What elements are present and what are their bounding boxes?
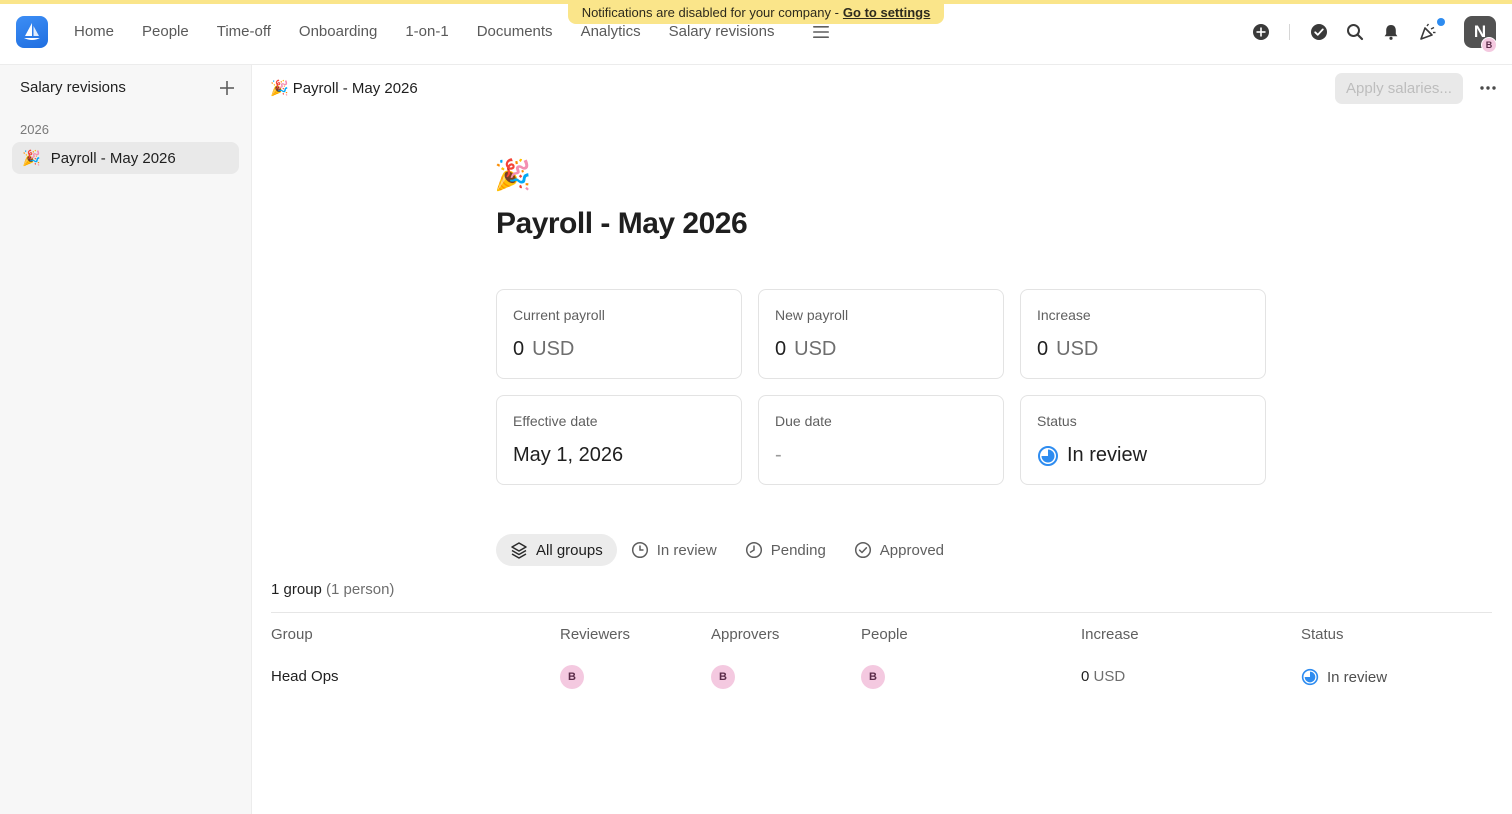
nav-onboarding[interactable]: Onboarding	[299, 20, 377, 44]
card-value: 0 USD	[775, 338, 836, 361]
increase-currency: USD	[1093, 668, 1126, 685]
nav-people[interactable]: People	[142, 20, 189, 44]
filter-label: Approved	[879, 541, 945, 559]
card-value: 0 USD	[1037, 338, 1098, 361]
current-payroll-card: Current payroll 0 USD	[496, 289, 742, 379]
notification-dot	[1437, 18, 1445, 26]
breadcrumb: 🎉 Payroll - May 2026	[270, 79, 418, 98]
sidebar-year-heading: 2026	[20, 122, 49, 137]
party-popper-icon[interactable]	[1418, 22, 1438, 42]
in-review-status-icon	[1038, 445, 1058, 466]
row-status-cell: In review	[1301, 668, 1387, 686]
filter-pending[interactable]: Pending	[731, 534, 840, 566]
group-name-cell[interactable]: Head Ops	[271, 668, 339, 685]
person-count: (1 person)	[326, 581, 395, 598]
nav-home[interactable]: Home	[74, 20, 114, 44]
row-status-text: In review	[1327, 668, 1388, 686]
card-label: Increase	[1037, 307, 1091, 323]
filter-in-review[interactable]: In review	[617, 534, 731, 566]
group-count: 1 group	[271, 581, 322, 598]
filter-label: Pending	[770, 541, 826, 559]
filter-all-groups[interactable]: All groups	[496, 534, 617, 566]
search-icon[interactable]	[1345, 22, 1365, 42]
notifications-banner: Notifications are disabled for your comp…	[568, 0, 944, 24]
card-value: May 1, 2026	[513, 444, 624, 466]
column-header-approvers: Approvers	[711, 626, 780, 643]
column-header-group: Group	[271, 626, 313, 643]
nav-1on1[interactable]: 1-on-1	[405, 20, 448, 44]
nav-separator	[1289, 24, 1290, 40]
status-text: In review	[1067, 444, 1148, 466]
filter-approved[interactable]: Approved	[840, 534, 958, 566]
amount: 0	[513, 338, 525, 360]
column-header-status: Status	[1301, 626, 1344, 643]
amount: 0	[775, 338, 787, 360]
tasks-check-icon[interactable]	[1309, 22, 1329, 42]
sidebar-item-payroll-may-2026[interactable]: 🎉 Payroll - May 2026	[12, 142, 239, 174]
card-label: Current payroll	[513, 307, 605, 323]
card-value: 0 USD	[513, 338, 574, 361]
column-header-reviewers: Reviewers	[560, 626, 631, 643]
apply-salaries-button[interactable]: Apply salaries...	[1335, 73, 1463, 104]
sidebar: Salary revisions 2026 🎉 Payroll - May 20…	[0, 65, 252, 814]
column-header-people: People	[861, 626, 908, 643]
currency: USD	[532, 338, 575, 360]
currency: USD	[794, 338, 837, 360]
filter-label: All groups	[536, 541, 603, 559]
pending-icon	[745, 541, 762, 559]
nav-documents[interactable]: Documents	[477, 20, 553, 44]
new-payroll-card: New payroll 0 USD	[758, 289, 1004, 379]
amount: 0	[1037, 338, 1049, 360]
badge-initial: B	[1485, 40, 1493, 50]
currency: USD	[1056, 338, 1099, 360]
sidebar-item-label: Payroll - May 2026	[50, 149, 176, 167]
approved-check-icon	[854, 541, 871, 559]
card-label: Status	[1037, 413, 1077, 429]
nav-time-off[interactable]: Time-off	[217, 20, 271, 44]
card-value: In review	[1037, 444, 1147, 467]
approver-avatar[interactable]: B	[711, 665, 735, 689]
table-divider	[271, 612, 1492, 613]
breadcrumb-title: Payroll - May 2026	[292, 79, 418, 97]
hamburger-menu-icon[interactable]	[812, 22, 830, 42]
person-avatar[interactable]: B	[861, 665, 885, 689]
go-to-settings-link[interactable]: Go to settings	[843, 5, 930, 20]
card-label: New payroll	[775, 307, 849, 323]
sidebar-title: Salary revisions	[20, 79, 126, 96]
reviewer-avatar[interactable]: B	[560, 665, 584, 689]
status-filter-tabs: All groups In review Pending Approved	[496, 534, 958, 566]
group-summary: 1 group (1 person)	[271, 581, 394, 598]
layers-icon	[511, 542, 527, 559]
banner-text: Notifications are disabled for your comp…	[581, 4, 839, 20]
breadcrumb-emoji-icon: 🎉	[270, 80, 289, 97]
page-title: Payroll - May 2026	[496, 207, 748, 240]
in-review-clock-icon	[631, 541, 648, 559]
page-emoji-icon: 🎉	[494, 159, 532, 192]
card-value: -	[775, 444, 782, 466]
app-logo[interactable]	[16, 16, 48, 48]
increase-card: Increase 0 USD	[1020, 289, 1266, 379]
bell-icon[interactable]	[1381, 22, 1401, 42]
add-circle-icon[interactable]	[1251, 22, 1271, 42]
in-review-status-icon	[1301, 668, 1319, 686]
due-date-card[interactable]: Due date -	[758, 395, 1004, 485]
company-avatar-badge: B	[1481, 37, 1497, 53]
sailboat-icon	[24, 23, 40, 40]
filter-label: In review	[656, 541, 717, 559]
card-label: Due date	[775, 413, 832, 429]
increase-amount: 0	[1081, 668, 1090, 685]
increase-cell: 0 USD	[1081, 668, 1125, 685]
card-label: Effective date	[513, 413, 598, 429]
column-header-increase: Increase	[1081, 626, 1139, 643]
effective-date-card[interactable]: Effective date May 1, 2026	[496, 395, 742, 485]
party-emoji-icon: 🎉	[22, 150, 41, 167]
add-revision-plus-icon[interactable]	[218, 79, 236, 97]
status-card[interactable]: Status In review	[1020, 395, 1266, 485]
more-options-icon[interactable]	[1478, 80, 1498, 96]
